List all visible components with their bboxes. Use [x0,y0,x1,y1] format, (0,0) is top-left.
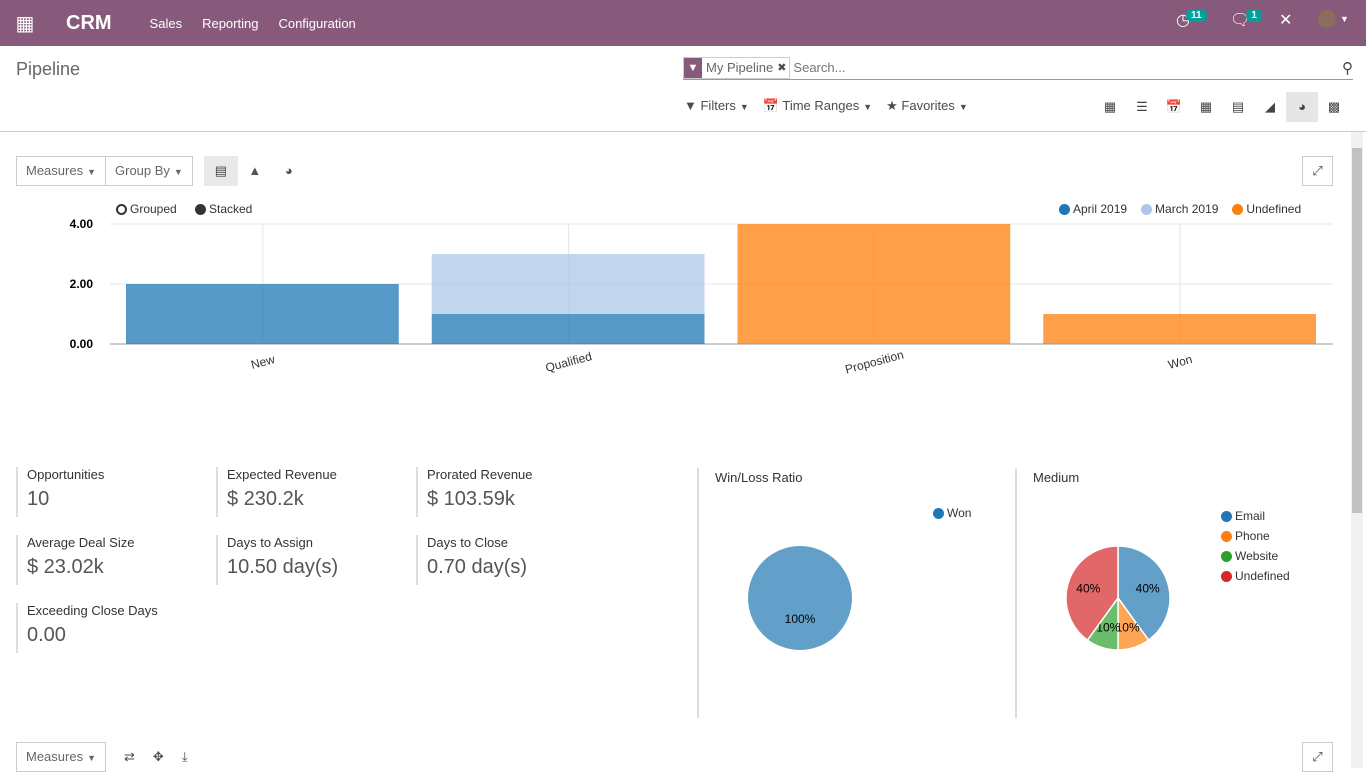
legend-label: Undefined [1235,569,1290,583]
y-tick-label: 2.00 [70,277,94,291]
bar[interactable] [431,254,705,314]
bar[interactable] [431,314,705,344]
medium-title: Medium [1033,470,1080,485]
kpi-card[interactable]: Average Deal Size $ 23.02k [16,535,134,585]
kpi-value: $ 23.02k [27,556,104,578]
pie-label: 40% [1076,581,1100,595]
kpi-label: Days to Close [427,535,508,550]
legend-label: Phone [1235,529,1270,543]
kpi-label: Days to Assign [227,535,313,550]
x-tick-label: Won [1166,352,1193,372]
kpi-value: 0.70 day(s) [427,556,528,578]
scrollbar[interactable] [1351,132,1363,768]
kpi-label: Average Deal Size [27,535,135,550]
legend-dot [933,507,944,519]
legend-label: Website [1235,549,1279,563]
legend-dot [1221,530,1232,542]
pie-slice[interactable] [1086,595,1119,651]
kpi-card[interactable]: Days to Assign 10.50 day(s) [216,535,338,585]
legend-item[interactable]: Email [1221,506,1290,526]
kpi-card[interactable]: Exceeding Close Days 0.00 [16,603,158,653]
y-tick-label: 0.00 [70,337,94,351]
divider [1015,468,1017,718]
expand-all-icon[interactable]: ✥ [153,749,164,765]
flip-axis-icon[interactable]: ⇄ [124,749,135,765]
kpi-value: 0.00 [27,624,66,646]
kpi-label: Exceeding Close Days [27,603,158,618]
y-tick-label: 4.00 [70,217,94,231]
pie-label: 10% [1116,621,1140,635]
kpi-value: 10.50 day(s) [227,556,339,578]
legend-dot [1221,550,1232,562]
pie-label: 10% [1096,621,1120,635]
kpi-value: $ 230.2k [227,488,304,510]
legend-label: Won [947,506,972,520]
legend-item[interactable]: Phone [1221,526,1290,546]
pie-slice[interactable] [1117,545,1171,642]
download-icon[interactable]: ⤓ [182,749,188,765]
legend-item[interactable]: Undefined [1221,566,1290,586]
legend-dot [1221,570,1232,582]
x-tick-label: Qualified [544,349,593,375]
medium-legend: Email Phone Website Undefined [1221,506,1290,586]
kpi-value: $ 103.59k [427,488,515,510]
pie-slice[interactable] [1065,545,1119,642]
legend-dot [1221,510,1232,522]
kpi-label: Opportunities [27,467,105,482]
bar[interactable] [126,284,399,344]
bar[interactable] [1043,314,1316,344]
pivot-measures-label: Measures [26,749,84,764]
bar[interactable] [737,224,1011,344]
legend-item[interactable]: Won [933,506,971,520]
kpi-label: Expected Revenue [227,467,337,482]
pie-label: 100% [785,612,816,626]
kpi-card[interactable]: Prorated Revenue $ 103.59k [416,467,533,517]
legend-item[interactable]: Website [1221,546,1290,566]
kpi-card[interactable]: Expected Revenue $ 230.2k [216,467,337,517]
kpi-card[interactable]: Days to Close 0.70 day(s) [416,535,527,585]
x-tick-label: Proposition [844,347,906,376]
kpi-label: Prorated Revenue [427,467,533,482]
kpi-value: 10 [27,488,50,510]
scrollbar-thumb[interactable] [1352,148,1362,513]
kpi-card[interactable]: Opportunities 10 [16,467,104,517]
x-tick-label: New [249,352,276,372]
legend-label: Email [1235,509,1266,523]
bar-chart: 0.00 2.00 4.00 New Qualified Proposition Won [70,217,1333,377]
divider [697,468,699,718]
pie-slice[interactable] [1117,595,1150,651]
winloss-title: Win/Loss Ratio [715,470,803,485]
pie-label: 40% [1136,581,1160,595]
pie-slice[interactable] [748,546,852,650]
